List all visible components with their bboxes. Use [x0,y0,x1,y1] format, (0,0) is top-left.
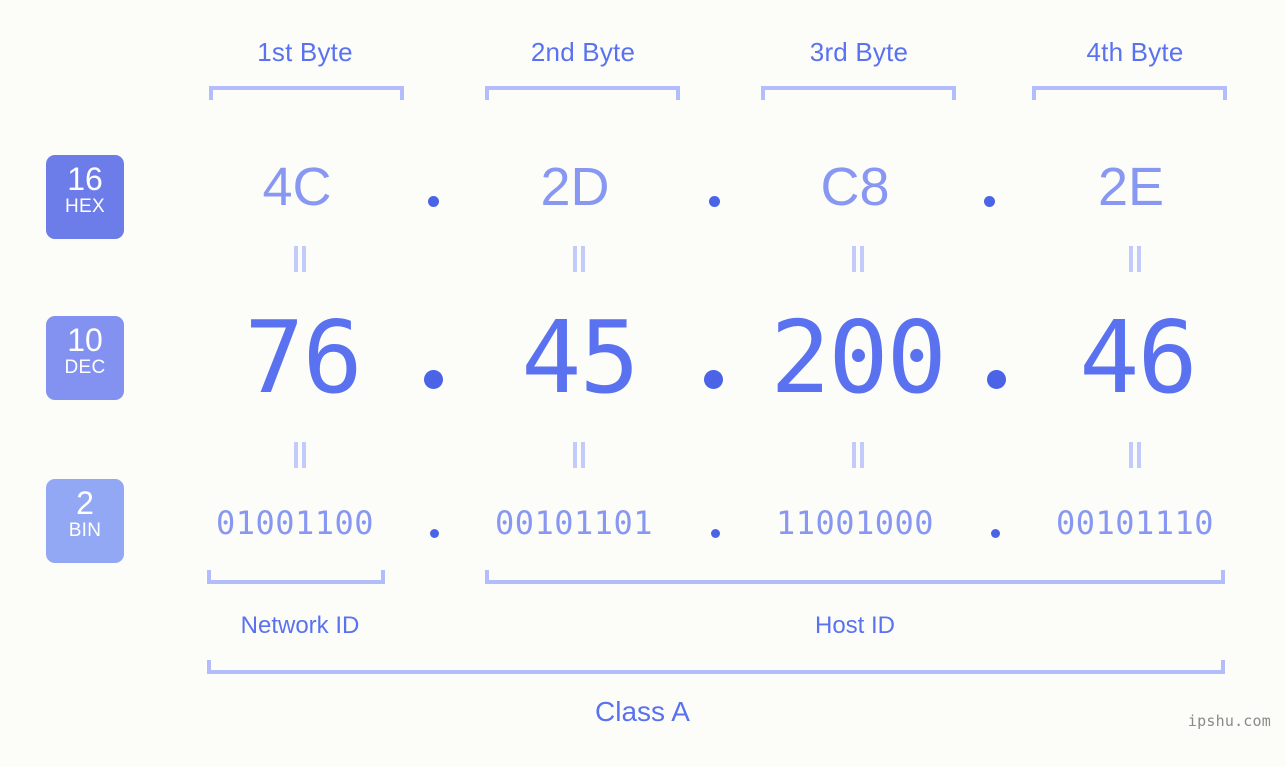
dec-octet-4: 46 [1079,299,1197,416]
class-bracket [207,660,1225,674]
watermark: ipshu.com [1187,712,1271,730]
hex-octet-3: C8 [820,157,890,217]
base-badge-hex: 16 HEX [46,155,124,239]
equals-mark-dec-bin-4 [1127,442,1143,468]
equals-mark-hex-dec-4 [1127,246,1143,272]
bin-octet-4: 00101110 [1055,504,1215,542]
hex-separator-dot-2 [709,196,720,207]
network-id-label: Network ID [240,612,360,639]
dec-octet-1: 76 [244,299,362,416]
equals-mark-dec-bin-1 [292,442,308,468]
hex-octet-2: 2D [540,157,610,217]
bin-octet-2: 00101101 [494,504,654,542]
byte-bracket-2 [485,86,680,100]
dec-separator-dot-3 [987,370,1006,389]
hex-separator-dot-3 [984,196,995,207]
base-badge-bin: 2 BIN [46,479,124,563]
equals-mark-dec-bin-3 [850,442,866,468]
bin-separator-dot-3 [991,529,1000,538]
byte-header-1: 1st Byte [257,37,353,67]
dec-octet-2: 45 [521,299,639,416]
byte-bracket-4 [1032,86,1227,100]
hex-octet-4: 2E [1097,157,1165,217]
equals-mark-hex-dec-1 [292,246,308,272]
dec-octet-3: 200 [770,299,947,416]
equals-mark-hex-dec-2 [571,246,587,272]
base-badge-bin-name: BIN [68,520,102,541]
ip-address-breakdown-diagram: 1st Byte 2nd Byte 3rd Byte 4th Byte 16 H… [0,0,1285,767]
base-badge-bin-number: 2 [76,485,94,521]
byte-bracket-3 [761,86,956,100]
host-id-label: Host ID [814,612,895,639]
bin-separator-dot-1 [430,529,439,538]
hex-separator-dot-1 [428,196,439,207]
dec-separator-dot-1 [424,370,443,389]
bin-octet-3: 11001000 [775,504,935,542]
host-id-bracket [485,570,1225,584]
byte-header-3: 3rd Byte [809,37,909,67]
base-badge-dec-name: DEC [64,357,106,378]
network-id-bracket [207,570,385,584]
equals-mark-dec-bin-2 [571,442,587,468]
bin-octet-1: 01001100 [215,504,375,542]
bin-separator-dot-2 [711,529,720,538]
base-badge-dec: 10 DEC [46,316,124,400]
byte-header-2: 2nd Byte [530,37,636,67]
base-badge-dec-number: 10 [67,322,103,358]
byte-header-4: 4th Byte [1086,37,1184,67]
base-badge-hex-name: HEX [65,196,105,217]
dec-separator-dot-2 [704,370,723,389]
byte-bracket-1 [209,86,404,100]
hex-octet-1: 4C [262,157,332,217]
equals-mark-hex-dec-3 [850,246,866,272]
class-label: Class A [595,696,690,727]
base-badge-hex-number: 16 [67,161,103,197]
